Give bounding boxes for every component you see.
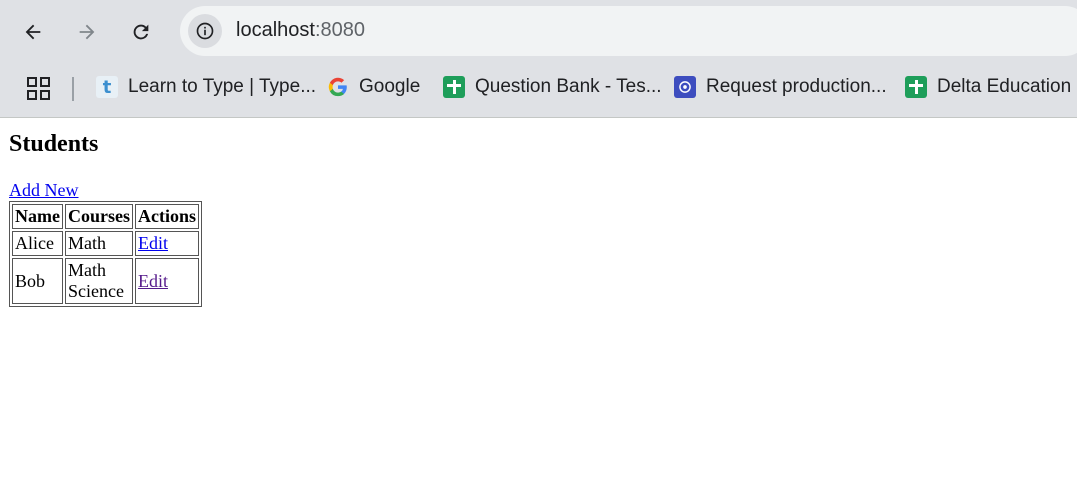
header-actions: Actions (134, 204, 199, 229)
course-item: Math (67, 233, 106, 253)
course-item: Math (67, 260, 106, 280)
bookmark-learn-to-type[interactable]: t Learn to Type | Type... (96, 72, 316, 102)
typing-t-icon: t (96, 76, 118, 98)
students-table: Name Courses Actions Alice Math Edit Bob… (9, 201, 202, 307)
edit-link[interactable]: Edit (138, 233, 168, 253)
info-icon (196, 22, 214, 40)
reload-icon (133, 24, 149, 40)
back-button[interactable] (15, 14, 51, 50)
student-name: Bob (12, 258, 63, 304)
browser-toolbar: localhost:8080 (0, 0, 1077, 62)
add-new-link[interactable]: Add New (9, 180, 79, 201)
address-bar[interactable]: localhost:8080 (180, 6, 1077, 56)
table-row: Alice Math Edit (12, 231, 199, 256)
student-actions: Edit (134, 231, 199, 256)
url-port: :8080 (314, 19, 365, 41)
url-text[interactable]: localhost:8080 (236, 19, 365, 42)
site-info-button[interactable] (188, 14, 222, 48)
bookmark-label: Learn to Type | Type... (128, 76, 317, 97)
request-icon (674, 76, 696, 98)
student-courses: Math Science (64, 258, 133, 304)
header-name: Name (12, 204, 63, 229)
bookmark-google[interactable]: Google (327, 72, 420, 102)
sheets-icon (905, 76, 927, 98)
bookmark-label: Google (359, 76, 421, 97)
student-actions: Edit (134, 258, 199, 304)
page-title: Students (9, 131, 99, 157)
bookmark-label: Request production... (706, 76, 887, 97)
google-icon (328, 77, 347, 97)
page-content: Students Add New Name Courses Actions Al… (0, 128, 1077, 307)
table-header-row: Name Courses Actions (12, 204, 199, 229)
header-courses: Courses (64, 204, 133, 229)
bookmarks-bar: t Learn to Type | Type... Google Questio… (0, 62, 1077, 118)
student-name: Alice (12, 231, 63, 256)
forward-button[interactable] (69, 14, 105, 50)
bookmark-label: Delta Education B (937, 76, 1077, 97)
reload-button[interactable] (123, 14, 159, 50)
table-row: Bob Math Science Edit (12, 258, 199, 304)
bookmark-label: Question Bank - Tes... (475, 76, 662, 97)
bookmark-delta-education[interactable]: Delta Education B (905, 72, 1077, 102)
arrow-right-icon (79, 24, 95, 40)
apps-button[interactable] (26, 76, 52, 102)
bookmark-question-bank[interactable]: Question Bank - Tes... (443, 72, 662, 102)
url-host: localhost (236, 19, 315, 41)
bookmark-request-production[interactable]: Request production... (674, 72, 887, 102)
arrow-left-icon (25, 24, 41, 40)
sheets-icon (443, 76, 465, 98)
student-courses: Math (64, 231, 133, 256)
apps-grid-icon (27, 77, 50, 100)
edit-link[interactable]: Edit (138, 271, 168, 291)
course-item: Science (67, 281, 124, 301)
bookmarks-separator (72, 77, 74, 101)
browser-chrome: localhost:8080 t Learn to Type | Type... (0, 0, 1077, 118)
